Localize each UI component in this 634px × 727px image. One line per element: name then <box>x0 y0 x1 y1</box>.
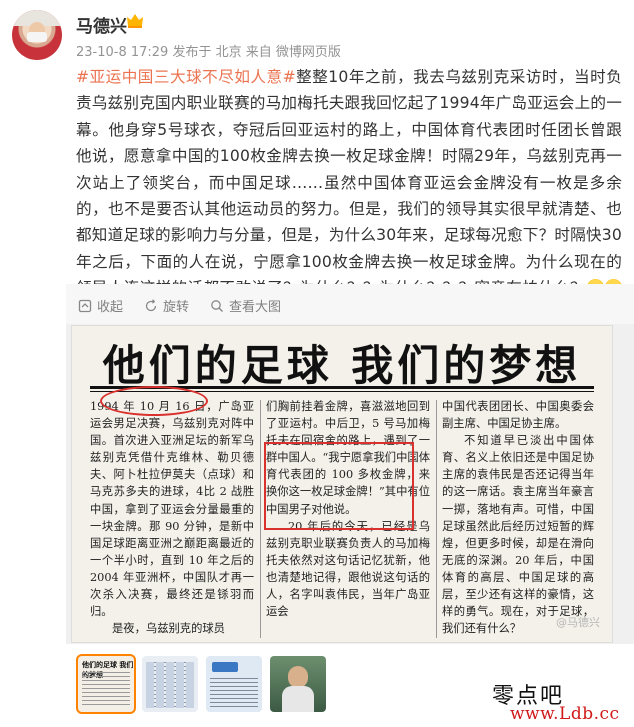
newspaper-headline: 他们的足球 我们的梦想 <box>102 341 582 390</box>
date-highlight-oval <box>100 386 208 416</box>
column-paragraph: 是夜，乌兹别克的球员 <box>112 622 225 636</box>
view-large-button[interactable]: 查看大图 <box>210 296 281 315</box>
username[interactable]: 马德兴 <box>76 12 127 37</box>
thumbnail-1[interactable]: 他们的足球 我们的梦想 <box>78 656 134 712</box>
rotate-button[interactable]: 旋转 <box>144 296 189 315</box>
collapse-button[interactable]: 收起 <box>78 296 123 315</box>
hashtag-link[interactable]: #亚运中国三大球不尽如人意# <box>76 68 296 86</box>
post-header: 马德兴 23-10-8 17:29 发布于 北京 来自 微博网页版 <box>0 0 634 62</box>
newspaper-image[interactable]: 他们的足球 我们的梦想 1994 年 10 月 16 日，广岛亚运会男足决赛，乌… <box>72 326 612 642</box>
rotate-icon <box>145 298 157 311</box>
crown-icon <box>127 14 143 28</box>
magnify-icon <box>211 299 223 312</box>
newspaper-column-3: 中国代表团团长、中国奥委会副主席、中国足协主席。 不知道早已淡出中国体育、名义上… <box>442 398 594 642</box>
site-brand-url: www.Ldb.cc <box>510 704 620 724</box>
column-paragraph: 20 年后的今天，已经是乌兹别克职业联赛负责人的马加梅托夫依然对这句话记忆犹新，… <box>266 519 430 619</box>
column-paragraph: 不知道早已淡出中国体育、名义上依旧还是中国足协主席的袁伟民是否还记得当年的这一席… <box>442 434 594 636</box>
quote-highlight-box <box>264 442 414 530</box>
view-large-label: 查看大图 <box>229 300 282 315</box>
thumbnail-3[interactable] <box>206 656 262 712</box>
newspaper-column-1: 1994 年 10 月 16 日，广岛亚运会男足决赛，乌兹别克对阵中国。首次进入… <box>90 398 254 642</box>
thumbnail-2[interactable] <box>142 656 198 712</box>
rotate-label: 旋转 <box>163 300 190 315</box>
column-paragraph: 1994 年 10 月 16 日，广岛亚运会男足决赛，乌兹别克对阵中国。首次进入… <box>90 400 254 619</box>
image-watermark: @马德兴 <box>556 616 600 629</box>
image-toolbar: 收起 旋转 查看大图 <box>66 284 634 324</box>
column-paragraph: 中国代表团团长、中国奥委会副主席、中国足协主席。 <box>442 400 594 431</box>
post-meta: 23-10-8 17:29 发布于 北京 来自 微博网页版 <box>76 45 341 60</box>
image-thumbnails: 他们的足球 我们的梦想 <box>78 656 326 712</box>
thumbnail-4[interactable] <box>270 656 326 712</box>
collapse-label: 收起 <box>97 300 124 315</box>
column-divider <box>436 400 437 638</box>
column-divider <box>260 400 261 638</box>
collapse-icon <box>78 299 92 312</box>
avatar[interactable] <box>12 10 62 60</box>
post-body: 整整10年之前，我去乌兹别克采访时，当时负责乌兹别克国内职业联赛的马加梅托夫跟我… <box>76 68 622 297</box>
